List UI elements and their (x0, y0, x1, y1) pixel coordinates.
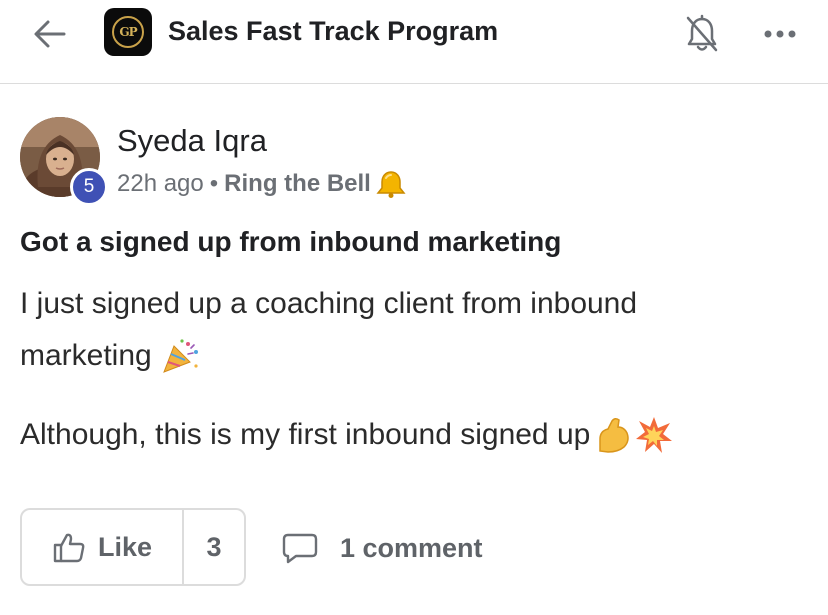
logo-monogram: GP (112, 16, 144, 48)
like-control: Like 3 (20, 508, 246, 586)
collision-emoji-icon (636, 417, 673, 453)
post-body-line: I just signed up a coaching client from … (20, 287, 637, 321)
like-label: Like (97, 531, 153, 562)
back-button[interactable] (30, 16, 70, 52)
bell-emoji-icon (376, 171, 406, 198)
comment-count-label: 1 comment (340, 532, 483, 563)
comment-button[interactable]: 1 comment (282, 528, 483, 568)
post-body-text: Although, this is my first inbound signe… (20, 418, 591, 451)
post-meta: 22h ago • Ring the Bell (117, 169, 407, 199)
top-app-bar: GP Sales Fast Track Program (0, 0, 828, 84)
meta-separator: • (209, 170, 219, 197)
like-count[interactable]: 3 (184, 510, 244, 584)
more-options-button[interactable] (758, 20, 802, 48)
more-icon (764, 30, 796, 38)
flexed-biceps-emoji-icon (599, 417, 630, 453)
post-body-text: I just signed up a coaching client from … (20, 287, 638, 320)
back-arrow-icon (34, 20, 66, 48)
bell-off-icon (686, 14, 718, 52)
thumbs-up-icon (53, 533, 85, 563)
page-title: Sales Fast Track Program (168, 16, 499, 46)
author-name[interactable]: Syeda Iqra (117, 123, 267, 159)
member-level-badge: 5 (70, 168, 108, 206)
post-body-text: marketing (20, 339, 152, 372)
like-button[interactable]: Like (22, 510, 184, 584)
post-timestamp: 22h ago (117, 170, 204, 197)
post-body-line: Although, this is my first inbound signe… (20, 415, 674, 455)
post-body-line: marketing (20, 336, 202, 376)
post-title: Got a signed up from inbound marketing (20, 226, 562, 257)
notifications-off-button[interactable] (680, 12, 724, 56)
group-logo: GP (104, 8, 152, 56)
party-popper-emoji-icon (162, 339, 198, 373)
post-category-link[interactable]: Ring the Bell (224, 170, 371, 198)
comment-bubble-icon (282, 533, 318, 564)
